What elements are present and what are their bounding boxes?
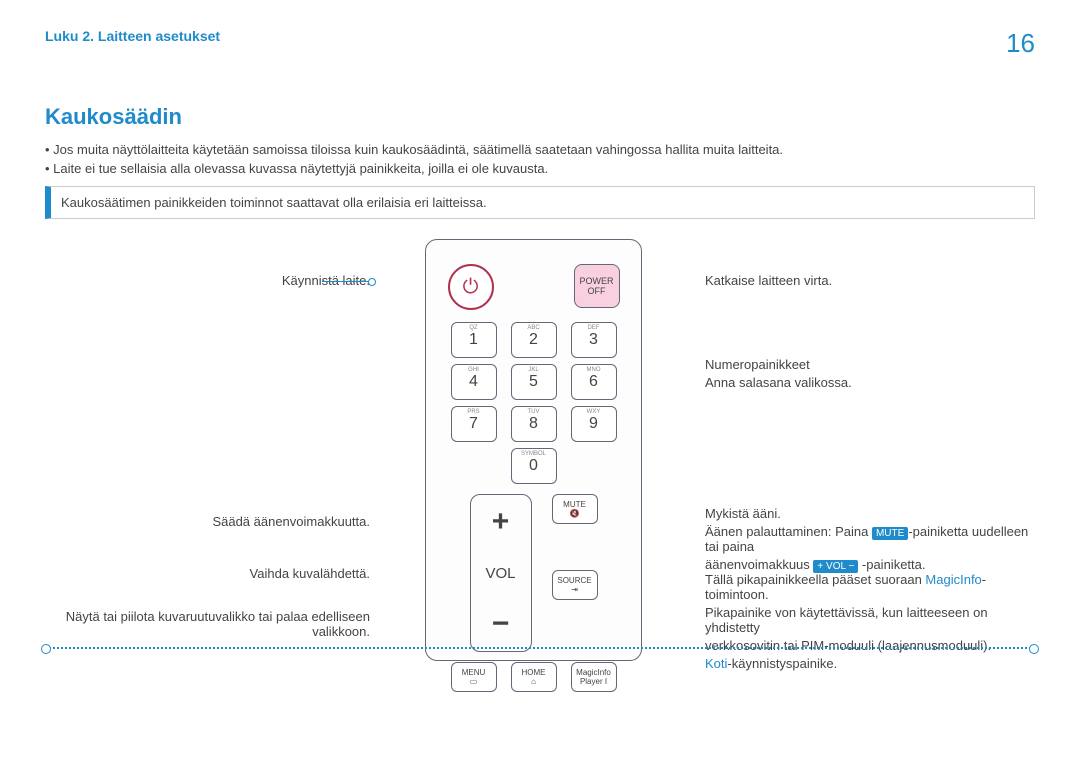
key-6: MNO6 xyxy=(571,364,617,400)
callout-power-off: Katkaise laitteen virta. xyxy=(705,273,832,288)
key-9: WXY9 xyxy=(571,406,617,442)
divider-dots xyxy=(45,647,1035,649)
vol-minus-icon: − xyxy=(492,607,510,641)
chapter-label: Luku 2. Laitteen asetukset xyxy=(45,28,220,59)
remote-diagram: ⏻ POWER OFF QZ1 ABC2 DEF3 GHI4 JKL5 MNO6… xyxy=(45,239,1035,679)
menu-button: MENU▭ xyxy=(451,662,497,692)
magicinfo-button: MagicInfoPlayer I xyxy=(571,662,617,692)
key-1: QZ1 xyxy=(451,322,497,358)
callout-menu: Näytä tai piilota kuvaruutuvalikko tai p… xyxy=(45,609,370,639)
source-button: SOURCE⇥ xyxy=(552,570,598,600)
home-button: HOME⌂ xyxy=(511,662,557,692)
note-box: Kaukosäätimen painikkeiden toiminnot saa… xyxy=(45,186,1035,219)
bullet-item: • Jos muita näyttölaitteita käytetään sa… xyxy=(45,142,1035,157)
callout-number-keys: Numeropainikkeet Anna salasana valikossa… xyxy=(705,357,852,393)
key-5: JKL5 xyxy=(511,364,557,400)
power-on-button: ⏻ xyxy=(448,264,494,310)
callout-source: Vaihda kuvalähdettä. xyxy=(250,566,370,581)
volume-rocker: + VOL − xyxy=(470,494,532,652)
mute-button: MUTE🔇 xyxy=(552,494,598,524)
key-4: GHI4 xyxy=(451,364,497,400)
key-7: PRS7 xyxy=(451,406,497,442)
callout-volume: Säädä äänenvoimakkuutta. xyxy=(212,514,370,529)
remote-control: ⏻ POWER OFF QZ1 ABC2 DEF3 GHI4 JKL5 MNO6… xyxy=(425,239,642,661)
key-0: SYMBOL0 xyxy=(511,448,557,484)
bullet-item: • Laite ei tue sellaisia alla olevassa k… xyxy=(45,161,1035,176)
key-3: DEF3 xyxy=(571,322,617,358)
key-8: TUV8 xyxy=(511,406,557,442)
callout-mute: Mykistä ääni. Äänen palauttaminen: Paina… xyxy=(705,506,1035,575)
bullet-list: • Jos muita näyttölaitteita käytetään sa… xyxy=(45,142,1035,176)
page-number: 16 xyxy=(1006,28,1035,59)
power-off-button: POWER OFF xyxy=(574,264,620,308)
page-title: Kaukosäädin xyxy=(45,104,1080,130)
callout-magicinfo: Tällä pikapainikkeella pääset suoraan Ma… xyxy=(705,572,1035,674)
key-2: ABC2 xyxy=(511,322,557,358)
vol-plus-icon: + xyxy=(492,505,510,539)
